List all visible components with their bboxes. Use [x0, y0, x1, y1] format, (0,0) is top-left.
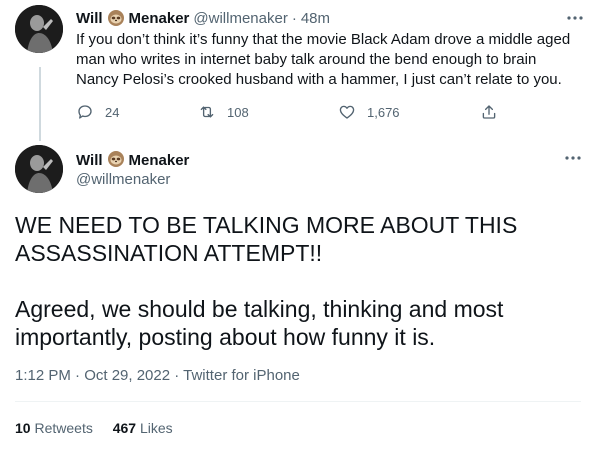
tweet-header: Will Menaker @willmenaker · 48m — [76, 8, 584, 28]
main-author-name-row[interactable]: Will Menaker — [76, 150, 189, 169]
main-author-handle[interactable]: @willmenaker — [76, 171, 170, 188]
likes-count: 467 — [112, 420, 137, 436]
author-handle[interactable]: @willmenaker — [193, 10, 287, 27]
main-author-avatar[interactable] — [15, 145, 63, 193]
like-count: 1,676 — [367, 104, 400, 120]
retweets-label: Retweets — [34, 420, 93, 436]
sloth-emoji-icon — [107, 9, 125, 27]
main-tweet-paragraph-1: WE NEED TO BE TALKING MORE ABOUT THIS AS… — [15, 212, 518, 266]
likes-stat[interactable]: 467 Likes — [113, 420, 173, 436]
likes-label: Likes — [139, 420, 173, 436]
retweet-count: 108 — [227, 104, 249, 120]
heart-icon — [339, 105, 355, 119]
retweet-icon — [200, 106, 214, 118]
share-icon — [482, 105, 496, 119]
avatar-image — [15, 5, 63, 53]
author-name[interactable]: Will — [76, 10, 103, 27]
divider — [15, 401, 581, 402]
thread-connector-line — [39, 67, 41, 141]
sloth-emoji-icon — [107, 150, 125, 168]
author-name-suffix[interactable]: Menaker — [129, 10, 190, 27]
reply-icon — [78, 105, 92, 119]
more-options-icon[interactable] — [564, 150, 582, 166]
engagement-stats: 10 Retweets 467 Likes — [15, 420, 189, 436]
tweet-actions-bar: 24 108 1,676 — [76, 103, 506, 125]
retweet-button[interactable]: 108 — [198, 103, 249, 121]
main-author-name-suffix[interactable]: Menaker — [129, 152, 190, 169]
reply-button[interactable]: 24 — [76, 103, 119, 121]
reply-tweet[interactable]: Will Menaker @willmenaker · 48m If you d… — [76, 8, 584, 90]
more-options-icon[interactable] — [566, 10, 584, 26]
main-tweet-paragraph-2: Agreed, we should be talking, thinking a… — [15, 296, 504, 350]
author-avatar[interactable] — [15, 5, 63, 53]
tweet-text: If you don’t think it’s funny that the m… — [76, 31, 571, 88]
main-author-name[interactable]: Will — [76, 152, 103, 169]
separator-dot: · — [291, 9, 297, 27]
tweet-timestamp[interactable]: 1:12 PM · Oct 29, 2022 · Twitter for iPh… — [15, 367, 300, 384]
retweets-stat[interactable]: 10 Retweets — [15, 420, 93, 436]
reply-count: 24 — [105, 104, 120, 120]
share-button[interactable] — [480, 103, 509, 121]
like-button[interactable]: 1,676 — [338, 103, 400, 121]
main-tweet-text: WE NEED TO BE TALKING MORE ABOUT THIS AS… — [15, 211, 575, 351]
avatar-image — [15, 145, 63, 193]
retweets-count: 10 — [15, 420, 31, 436]
tweet-time[interactable]: 48m — [301, 10, 330, 27]
